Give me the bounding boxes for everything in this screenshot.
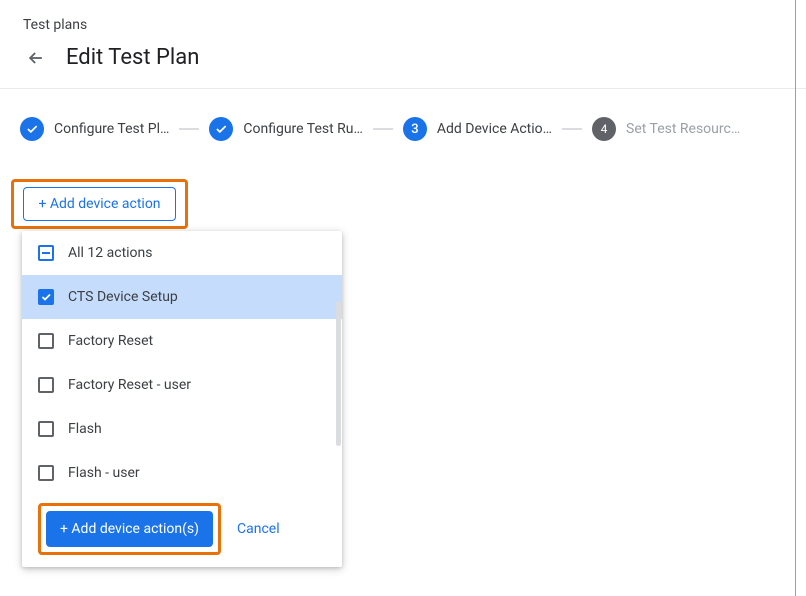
title-row: Edit Test Plan — [0, 33, 806, 88]
checkbox-unchecked-icon[interactable] — [38, 377, 54, 393]
option-factory-reset[interactable]: Factory Reset — [22, 319, 342, 363]
option-all-actions[interactable]: All 12 actions — [22, 231, 342, 275]
back-arrow-icon[interactable] — [26, 48, 46, 68]
page-title: Edit Test Plan — [66, 45, 199, 70]
step-label: Configure Test Pl… — [54, 121, 169, 137]
stepper: Configure Test Pl… Configure Test Ru… 3 … — [0, 89, 806, 141]
checkbox-unchecked-icon[interactable] — [38, 465, 54, 481]
option-label: Flash - user — [68, 465, 140, 481]
option-label: CTS Device Setup — [68, 289, 178, 305]
dropdown-actions: + Add device action(s) Cancel — [22, 495, 342, 555]
step-label: Configure Test Ru… — [243, 121, 363, 137]
option-flash-user[interactable]: Flash - user — [22, 451, 342, 495]
option-label: Flash — [68, 421, 102, 437]
option-label: Factory Reset - user — [68, 377, 191, 393]
cancel-button[interactable]: Cancel — [237, 521, 280, 537]
step-number-icon: 4 — [592, 117, 616, 141]
check-icon — [209, 117, 233, 141]
checkbox-checked-icon[interactable] — [38, 289, 54, 305]
add-device-actions-confirm-button[interactable]: + Add device action(s) — [46, 511, 213, 547]
check-icon — [20, 117, 44, 141]
right-border — [795, 0, 796, 596]
step-label: Add Device Actio… — [437, 121, 552, 137]
add-device-action-button[interactable]: + Add device action — [23, 187, 175, 221]
breadcrumb[interactable]: Test plans — [0, 0, 806, 33]
step-connector — [179, 128, 199, 130]
scrollbar[interactable] — [336, 301, 341, 446]
step-connector — [373, 128, 393, 130]
step-connector — [562, 128, 582, 130]
option-cts-device-setup[interactable]: CTS Device Setup — [22, 275, 342, 319]
step-set-test-resources[interactable]: 4 Set Test Resourc… — [592, 117, 740, 141]
step-configure-test-plan[interactable]: Configure Test Pl… — [20, 117, 169, 141]
checkbox-unchecked-icon[interactable] — [38, 421, 54, 437]
option-flash[interactable]: Flash — [22, 407, 342, 451]
option-factory-reset-user[interactable]: Factory Reset - user — [22, 363, 342, 407]
highlight-confirm-button: + Add device action(s) — [38, 503, 221, 555]
checkbox-unchecked-icon[interactable] — [38, 333, 54, 349]
checkbox-indeterminate-icon[interactable] — [38, 245, 54, 261]
option-label: Factory Reset — [68, 333, 153, 349]
step-number-icon: 3 — [403, 117, 427, 141]
step-label: Set Test Resourc… — [626, 121, 740, 137]
step-configure-test-run[interactable]: Configure Test Ru… — [209, 117, 363, 141]
step-add-device-actions[interactable]: 3 Add Device Actio… — [403, 117, 552, 141]
option-label: All 12 actions — [68, 245, 153, 261]
highlight-add-device-action: + Add device action — [11, 179, 188, 229]
device-action-dropdown: All 12 actions CTS Device Setup Factory … — [22, 231, 342, 567]
